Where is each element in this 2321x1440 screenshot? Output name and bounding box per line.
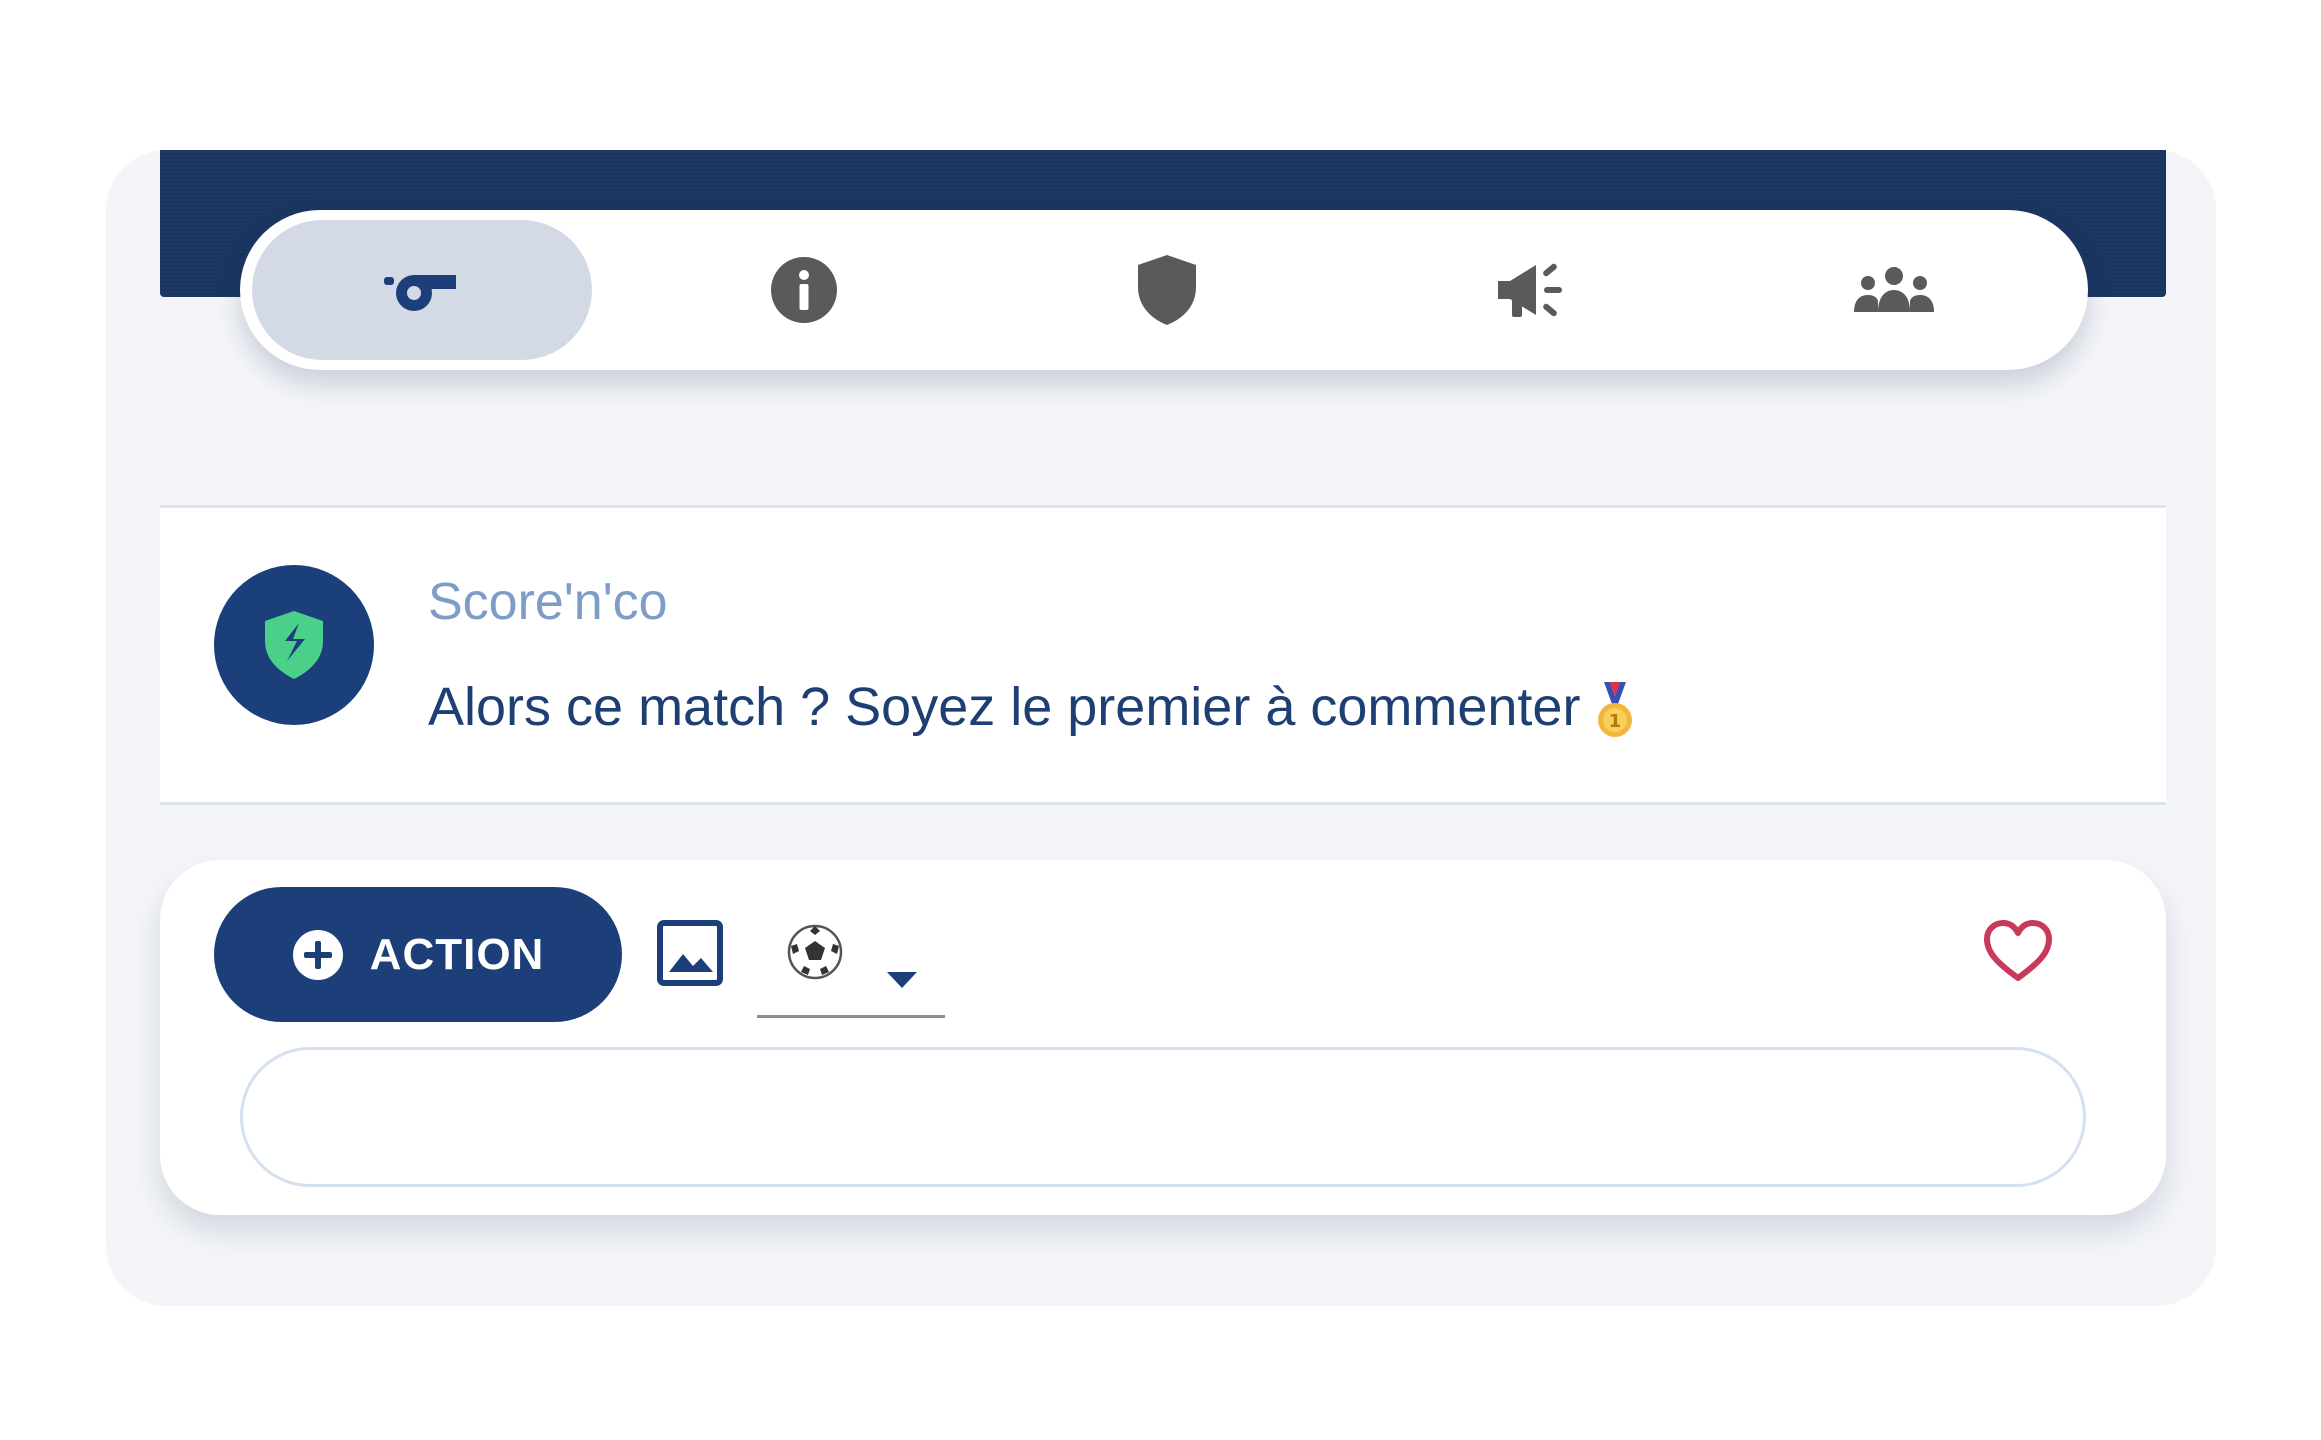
first-place-medal-icon: 1: [1598, 681, 1633, 737]
group-icon: [1854, 267, 1935, 312]
tab-whistle[interactable]: [252, 220, 592, 360]
comment-input[interactable]: [240, 1047, 2086, 1187]
tab-announcements[interactable]: [1349, 220, 1713, 360]
comment-card: Score'n'co Alors ce match ? Soyez le pre…: [160, 505, 2166, 805]
tab-bar: [240, 210, 2088, 370]
emoji-select[interactable]: [757, 890, 945, 1018]
compose-card: ACTION: [160, 860, 2166, 1215]
shield-icon: [1138, 255, 1197, 325]
image-icon: [657, 920, 723, 986]
soccer-ball-icon: [787, 924, 843, 980]
svg-text:1: 1: [1609, 711, 1622, 732]
avatar: [214, 565, 374, 725]
caret-down-icon: [887, 972, 917, 988]
comment-message: Alors ce match ? Soyez le premier à comm…: [428, 676, 1636, 740]
comment-message-text: Alors ce match ? Soyez le premier à comm…: [428, 677, 1581, 737]
megaphone-icon: [1497, 263, 1562, 317]
plus-circle-icon: [292, 929, 344, 981]
tab-team[interactable]: [986, 220, 1350, 360]
tab-members[interactable]: [1713, 220, 2077, 360]
comment-author: Score'n'co: [428, 573, 668, 631]
action-button[interactable]: ACTION: [214, 887, 622, 1022]
action-button-label: ACTION: [369, 929, 545, 979]
like-button[interactable]: [1982, 918, 2054, 984]
scorenco-logo-icon: [265, 611, 323, 679]
image-upload-button[interactable]: [657, 920, 723, 986]
info-icon: [770, 257, 837, 323]
whistle-icon: [384, 275, 456, 311]
tab-info[interactable]: [622, 220, 986, 360]
heart-outline-icon: [1984, 920, 2052, 981]
